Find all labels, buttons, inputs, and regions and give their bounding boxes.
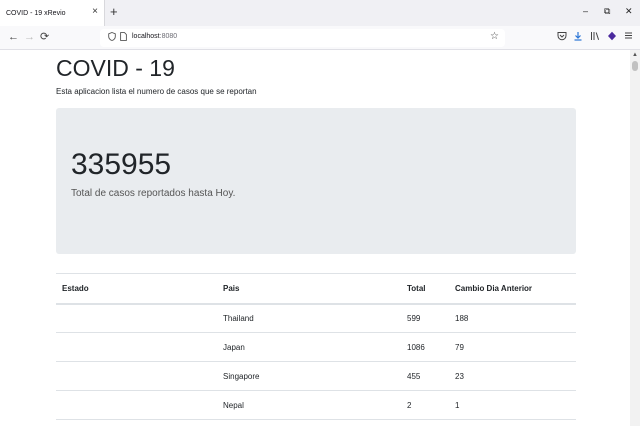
total-cases-number: 335955 xyxy=(71,148,172,181)
cell-pais: Singapore xyxy=(217,361,401,391)
table-header-row: Estado Pais Total Cambio Dia Anterior xyxy=(56,273,576,305)
extension-icon[interactable] xyxy=(607,31,617,44)
download-icon[interactable] xyxy=(573,31,583,44)
cell-total: 2 xyxy=(401,390,449,420)
library-icon[interactable] xyxy=(590,31,600,44)
cell-estado xyxy=(56,303,217,333)
browser-tab[interactable]: COVID - 19 xRevio × xyxy=(0,0,105,26)
header-pais: Pais xyxy=(217,273,401,305)
cell-cambio: 23 xyxy=(449,361,576,391)
cases-table: Estado Pais Total Cambio Dia Anterior Th… xyxy=(56,273,576,420)
cell-pais: Nepal xyxy=(217,390,401,420)
url-host: localhost xyxy=(132,33,160,40)
tab-title: COVID - 19 xRevio xyxy=(6,9,66,17)
page-subtitle: Esta aplicacion lista el numero de casos… xyxy=(56,87,257,96)
scrollbar-thumb[interactable] xyxy=(632,61,638,71)
window-close-icon[interactable]: ✕ xyxy=(625,6,633,16)
page-title: COVID - 19 xyxy=(56,55,175,81)
cell-cambio: 1 xyxy=(449,390,576,420)
back-icon[interactable]: ← xyxy=(8,31,19,43)
minimize-icon[interactable]: – xyxy=(583,6,588,16)
cell-estado xyxy=(56,332,217,362)
browser-nav-bar: ← → ⟳ localhost:8080 ☆ xyxy=(0,26,640,50)
restore-icon[interactable]: ⧉ xyxy=(604,6,610,16)
url-text[interactable]: localhost:8080 xyxy=(132,33,177,40)
main-container: COVID - 19 Esta aplicacion lista el nume… xyxy=(56,50,576,420)
page-scrollbar[interactable]: ▲ xyxy=(630,50,640,426)
table-row: Nepal 2 1 xyxy=(56,390,576,420)
menu-icon[interactable] xyxy=(624,31,633,43)
cell-estado xyxy=(56,361,217,391)
cell-total: 455 xyxy=(401,361,449,391)
header-cambio: Cambio Dia Anterior xyxy=(449,273,576,305)
forward-icon[interactable]: → xyxy=(24,31,35,43)
shield-icon[interactable] xyxy=(108,32,116,44)
new-tab-icon[interactable]: + xyxy=(110,5,118,19)
total-cases-panel: 335955 Total de casos reportados hasta H… xyxy=(56,108,576,254)
cell-cambio: 188 xyxy=(449,303,576,333)
cell-cambio: 79 xyxy=(449,332,576,362)
cell-pais: Thailand xyxy=(217,303,401,333)
pocket-icon[interactable] xyxy=(557,31,567,44)
cell-estado xyxy=(56,390,217,420)
reload-icon[interactable]: ⟳ xyxy=(40,31,49,43)
cell-pais: Japan xyxy=(217,332,401,362)
header-estado: Estado xyxy=(56,273,217,305)
page-icon[interactable] xyxy=(120,32,127,44)
cell-total: 599 xyxy=(401,303,449,333)
table-row: Japan 1086 79 xyxy=(56,332,576,362)
scroll-up-icon[interactable]: ▲ xyxy=(632,52,638,58)
page-viewport: COVID - 19 Esta aplicacion lista el nume… xyxy=(0,50,640,426)
header-total: Total xyxy=(401,273,449,305)
url-port: :8080 xyxy=(159,33,178,40)
cell-total: 1086 xyxy=(401,332,449,362)
browser-tab-bar: COVID - 19 xRevio × + – ⧉ ✕ xyxy=(0,0,640,26)
total-cases-label: Total de casos reportados hasta Hoy. xyxy=(71,188,236,199)
table-row: Thailand 599 188 xyxy=(56,303,576,333)
star-icon[interactable]: ☆ xyxy=(490,31,499,42)
tab-close-icon[interactable]: × xyxy=(92,7,98,17)
url-bar[interactable]: localhost:8080 ☆ xyxy=(100,29,505,47)
table-row: Singapore 455 23 xyxy=(56,361,576,391)
